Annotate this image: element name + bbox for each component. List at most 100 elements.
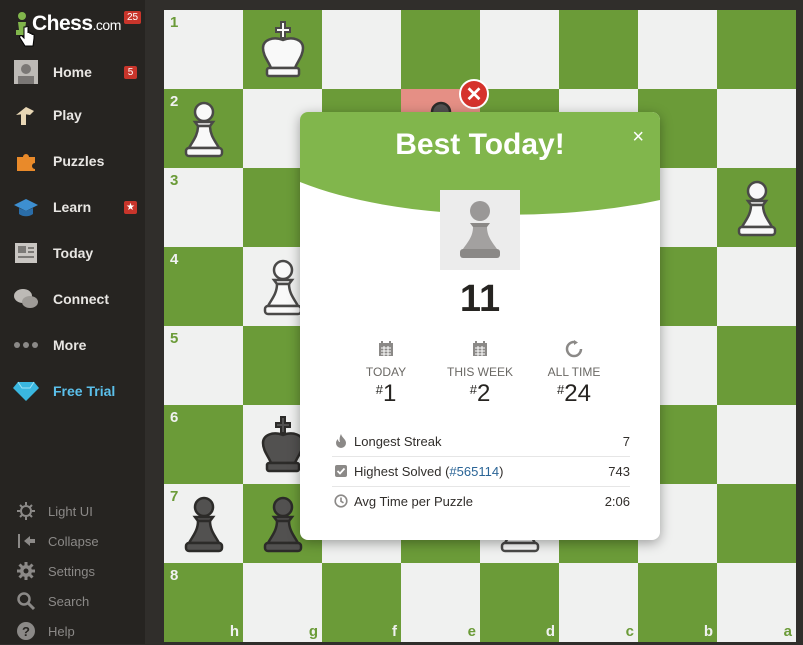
board-square[interactable]: 4 — [164, 247, 243, 326]
checkbox-icon — [334, 464, 348, 478]
nav-learn[interactable]: Learn ★ — [0, 187, 145, 227]
nav-more[interactable]: More — [0, 325, 145, 365]
best-today-modal: Best Today! × 11 TODAY #1 THIS WEEK #2 A… — [300, 112, 660, 540]
board-square[interactable]: 6 — [164, 405, 243, 484]
refresh-cycle-icon — [524, 340, 624, 358]
board-square[interactable]: 8h — [164, 563, 243, 642]
light-ui-toggle[interactable]: Light UI — [0, 497, 145, 525]
puzzle-score: 11 — [459, 278, 501, 320]
board-square[interactable]: c — [559, 563, 638, 642]
nav-play[interactable]: Play — [0, 95, 145, 135]
flame-icon — [334, 434, 348, 448]
file-coordinate: d — [545, 623, 555, 640]
help-link[interactable]: ? Help — [0, 617, 145, 645]
home-avatar-icon — [13, 60, 39, 84]
board-square[interactable] — [717, 484, 796, 563]
search-label: Search — [48, 594, 90, 609]
nav-connect[interactable]: Connect — [0, 279, 145, 319]
board-square[interactable]: 5 — [164, 326, 243, 405]
collapse-icon — [16, 531, 36, 551]
board-square[interactable] — [480, 10, 559, 89]
nav-today[interactable]: Today — [0, 233, 145, 273]
incorrect-move-icon: ✕ — [459, 79, 489, 109]
board-square[interactable]: g — [243, 563, 322, 642]
white-king-icon[interactable] — [243, 10, 322, 89]
board-square[interactable] — [638, 10, 717, 89]
graduation-cap-icon — [13, 195, 39, 219]
black-pawn-icon[interactable] — [164, 484, 243, 563]
highest-solved-label: Highest Solved (#565114) — [354, 464, 504, 479]
board-square[interactable] — [401, 10, 480, 89]
longest-streak-value: 7 — [622, 434, 630, 449]
board-square[interactable] — [717, 326, 796, 405]
search-link[interactable]: Search — [0, 587, 145, 615]
rank-coordinate: 5 — [170, 330, 179, 347]
board-square[interactable] — [717, 168, 796, 247]
chat-bubbles-icon — [13, 287, 39, 311]
file-coordinate: h — [229, 623, 239, 640]
help-label: Help — [48, 624, 75, 639]
file-coordinate: c — [625, 623, 634, 640]
notification-badge: 25 — [124, 11, 142, 24]
file-coordinate: e — [467, 623, 476, 640]
white-pawn-icon[interactable] — [164, 89, 243, 168]
board-square[interactable]: a — [717, 563, 796, 642]
rank-alltime-label: ALL TIME — [547, 365, 601, 379]
board-square[interactable]: 1 — [164, 10, 243, 89]
stat-longest-streak: Longest Streak 7 — [332, 426, 630, 457]
settings-link[interactable]: Settings — [0, 557, 145, 585]
puzzle-icon — [13, 149, 39, 173]
search-icon — [16, 591, 36, 611]
file-coordinate: g — [308, 623, 318, 640]
board-square[interactable]: 2 — [164, 89, 243, 168]
rank-alltime-value: #24 — [557, 380, 591, 407]
rank-week-value: #2 — [469, 380, 491, 407]
rank-coordinate: 3 — [170, 172, 179, 189]
logo-text: Chess.com — [32, 12, 121, 35]
rank-coordinate: 8 — [170, 567, 179, 584]
learn-star-badge: ★ — [124, 201, 137, 214]
board-square[interactable]: 3 — [164, 168, 243, 247]
rank-coordinate: 1 — [170, 14, 179, 31]
nav-home[interactable]: Home 5 — [0, 52, 145, 92]
close-icon[interactable]: × — [632, 126, 644, 149]
home-badge: 5 — [124, 66, 137, 79]
nav-free-trial[interactable]: Free Trial — [0, 371, 145, 411]
board-square[interactable] — [717, 405, 796, 484]
board-square[interactable]: b — [638, 563, 717, 642]
settings-label: Settings — [48, 564, 95, 579]
board-square[interactable] — [717, 89, 796, 168]
pawn-avatar-icon — [440, 190, 520, 270]
help-icon: ? — [16, 621, 36, 641]
board-square[interactable] — [322, 10, 401, 89]
file-coordinate: a — [783, 623, 792, 640]
play-icon — [13, 103, 39, 127]
puzzle-link[interactable]: #565114 — [449, 464, 499, 479]
board-square[interactable]: e — [401, 563, 480, 642]
rank-all-time: ALL TIME #24 — [524, 340, 624, 408]
collapse-button[interactable]: Collapse — [0, 527, 145, 555]
board-square[interactable] — [243, 10, 322, 89]
sidebar: Chess.com 25 Home 5 Play Puzzles Learn ★… — [0, 0, 145, 644]
more-dots-icon — [13, 333, 39, 357]
board-square[interactable]: 7 — [164, 484, 243, 563]
calendar-icon — [336, 340, 436, 358]
sun-icon — [16, 501, 36, 521]
hand-cursor-icon — [19, 25, 35, 48]
board-square[interactable]: d — [480, 563, 559, 642]
nav-home-label: Home — [53, 64, 92, 80]
file-coordinate: f — [392, 623, 397, 640]
nav-puzzles[interactable]: Puzzles — [0, 141, 145, 181]
board-square[interactable] — [717, 10, 796, 89]
board-square[interactable] — [559, 10, 638, 89]
board-square[interactable]: f — [322, 563, 401, 642]
longest-streak-label: Longest Streak — [354, 434, 442, 449]
collapse-label: Collapse — [48, 534, 99, 549]
nav-play-label: Play — [53, 107, 82, 123]
svg-text:?: ? — [22, 624, 30, 639]
board-square[interactable] — [717, 247, 796, 326]
clock-icon — [334, 494, 348, 508]
avg-time-label: Avg Time per Puzzle — [354, 494, 473, 509]
white-pawn-icon[interactable] — [717, 168, 796, 247]
calendar-icon — [430, 340, 530, 358]
